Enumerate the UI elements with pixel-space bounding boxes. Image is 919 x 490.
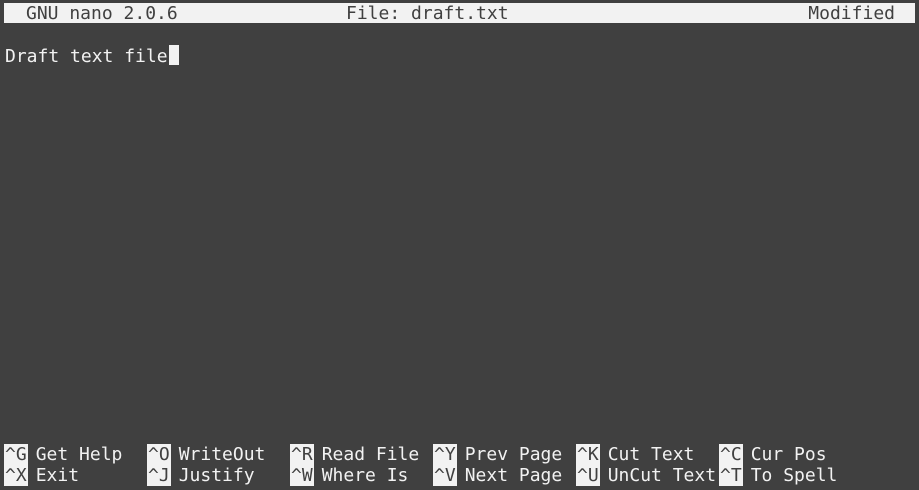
shortcut-bar: ^G Get Help ^O WriteOut ^R Read File ^Y Prev… (4, 444, 915, 486)
file-name: File: draft.txt (346, 3, 509, 24)
shortcut-cur-pos[interactable]: ^C Cur Pos (719, 444, 827, 465)
shortcut-label: Cut Text (607, 444, 695, 465)
shortcut-prev-page[interactable]: ^Y Prev Page (433, 444, 562, 465)
shortcut-key: ^O (147, 444, 171, 465)
shortcut-label: Read File (321, 444, 420, 465)
shortcut-key: ^T (719, 465, 743, 486)
shortcut-cut-text[interactable]: ^K Cut Text (576, 444, 694, 465)
shortcut-uncut-text[interactable]: ^U UnCut Text (576, 465, 716, 486)
shortcut-where-is[interactable]: ^W Where Is (290, 465, 408, 486)
shortcut-get-help[interactable]: ^G Get Help (4, 444, 122, 465)
shortcut-key: ^R (290, 444, 314, 465)
shortcut-label: Next Page (464, 465, 563, 486)
shortcut-label: To Spell (750, 465, 838, 486)
title-bar: GNU nano 2.0.6 File: draft.txt Modified (4, 3, 915, 24)
shortcut-key: ^W (290, 465, 314, 486)
text-editor-area[interactable]: Draft text file (5, 45, 179, 67)
shortcut-key: ^Y (433, 444, 457, 465)
shortcut-key: ^U (576, 465, 600, 486)
shortcut-writeout[interactable]: ^O WriteOut (147, 444, 265, 465)
shortcut-read-file[interactable]: ^R Read File (290, 444, 419, 465)
shortcut-exit[interactable]: ^X Exit (4, 465, 79, 486)
app-version: GNU nano 2.0.6 (26, 3, 178, 24)
shortcut-label: Justify (178, 465, 255, 486)
shortcut-label: Cur Pos (750, 444, 827, 465)
shortcut-justify[interactable]: ^J Justify (147, 465, 255, 486)
modified-status: Modified (808, 3, 895, 24)
shortcut-key: ^C (719, 444, 743, 465)
shortcut-label: Where Is (321, 465, 409, 486)
shortcut-label: Prev Page (464, 444, 563, 465)
shortcut-to-spell[interactable]: ^T To Spell (719, 465, 837, 486)
shortcut-key: ^G (4, 444, 28, 465)
terminal-window: GNU nano 2.0.6 File: draft.txt Modified … (0, 0, 919, 490)
shortcut-next-page[interactable]: ^V Next Page (433, 465, 562, 486)
shortcut-key: ^X (4, 465, 28, 486)
shortcut-label: Get Help (35, 444, 123, 465)
shortcut-label: Exit (35, 465, 80, 486)
shortcut-key: ^J (147, 465, 171, 486)
shortcut-key: ^K (576, 444, 600, 465)
text-cursor (168, 45, 179, 65)
buffer-line[interactable]: Draft text file (5, 46, 168, 67)
shortcut-label: UnCut Text (607, 465, 717, 486)
shortcut-key: ^V (433, 465, 457, 486)
shortcut-label: WriteOut (178, 444, 266, 465)
